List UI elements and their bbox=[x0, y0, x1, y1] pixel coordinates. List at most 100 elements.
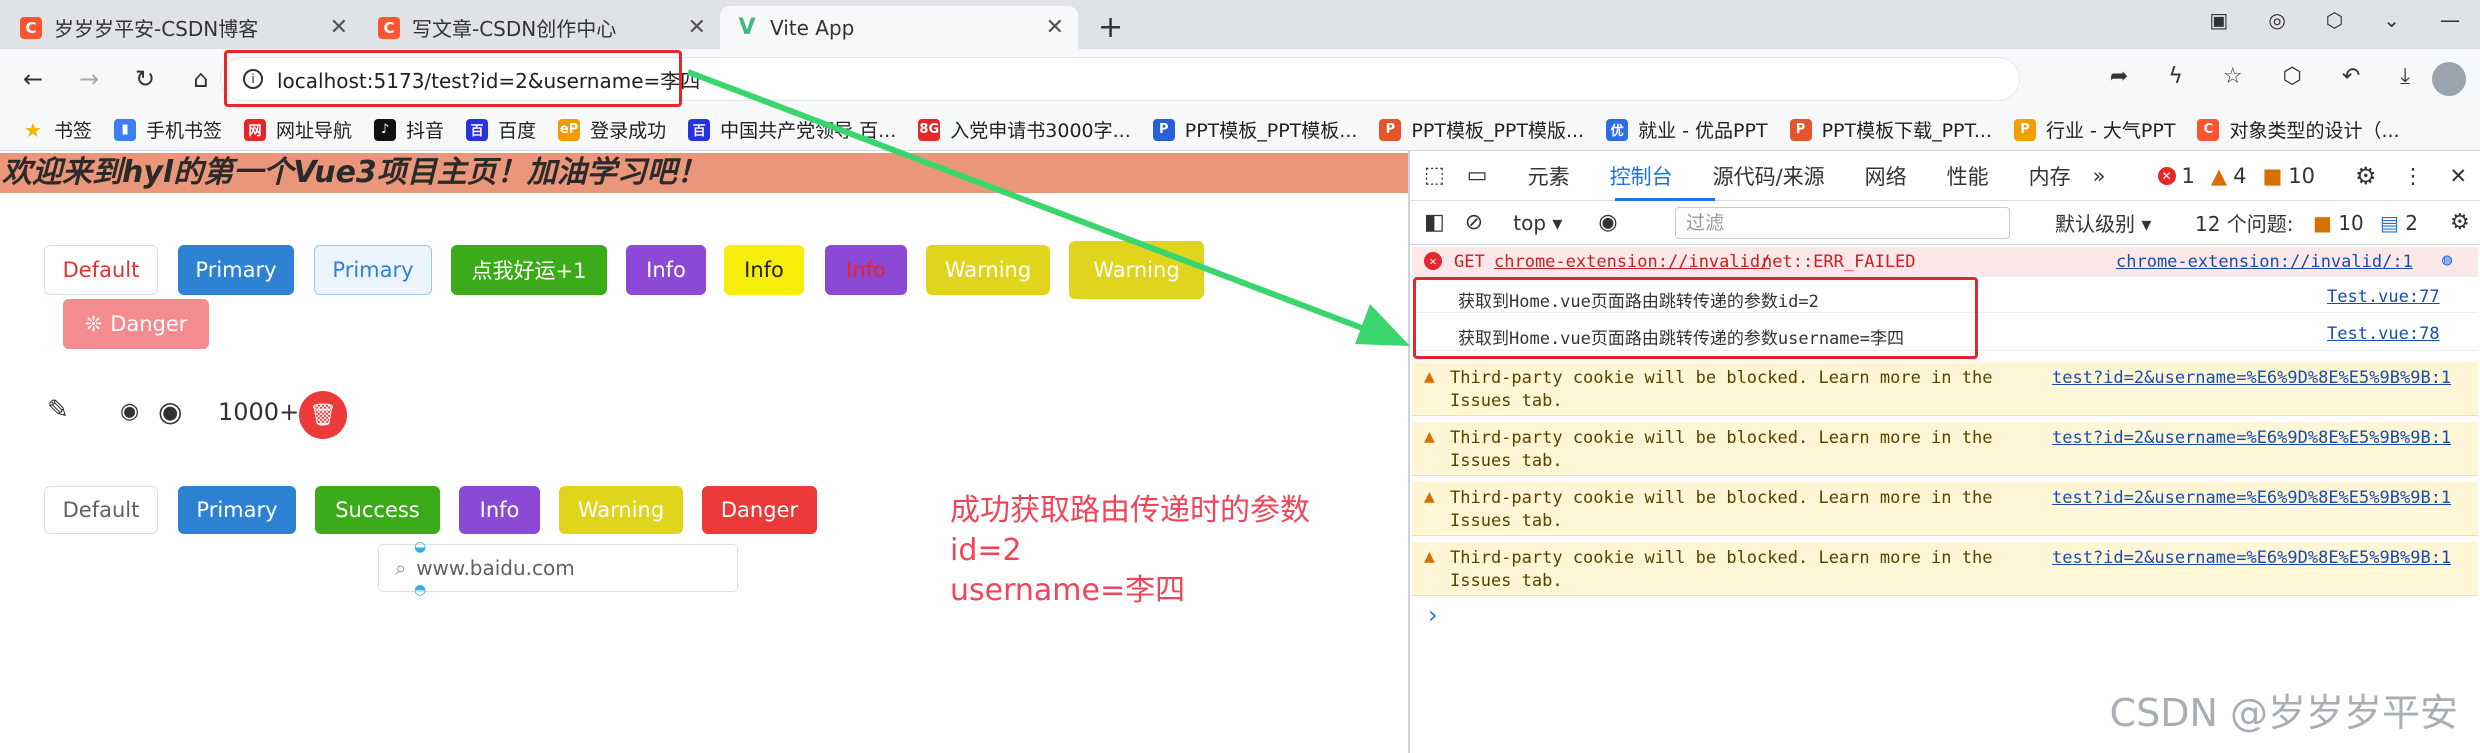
bookmark-item[interactable]: P PPT模板_PPT模板... bbox=[1152, 116, 1358, 143]
share-icon[interactable]: ➦ bbox=[2110, 64, 2128, 89]
bookmark-label: PPT模板_PPT模版... bbox=[1411, 120, 1585, 142]
tab-vite-app[interactable]: V Vite App ✕ bbox=[720, 6, 1078, 49]
flash-icon[interactable]: ϟ bbox=[2168, 64, 2183, 89]
issues-info-badge[interactable]: ▤ 2 bbox=[2380, 211, 2418, 235]
log-source[interactable]: Test.vue:77 bbox=[2327, 287, 2440, 307]
primary-plain-button[interactable]: Primary bbox=[314, 245, 432, 295]
sidebar-toggle-icon[interactable]: ◧ bbox=[1424, 210, 1445, 235]
eye-icon[interactable]: ◉ bbox=[120, 399, 139, 424]
forward-icon[interactable]: → bbox=[66, 65, 112, 93]
lucky-button[interactable]: 点我好运+1 bbox=[451, 245, 607, 295]
bookmark-item[interactable]: ♪ 抖音 bbox=[374, 116, 444, 143]
bookmark-item[interactable]: 8G 入党申请书3000字... bbox=[918, 116, 1131, 143]
bookmark-item[interactable]: 网网址导航 bbox=[244, 116, 352, 143]
bookmark-item[interactable]: 百百度 bbox=[466, 116, 536, 143]
danger-button[interactable]: Danger bbox=[702, 486, 817, 534]
reload-icon[interactable]: ↻ bbox=[122, 65, 168, 93]
info-red-text-button[interactable]: Info bbox=[825, 245, 907, 295]
extensions-icon[interactable]: ⬡ bbox=[2326, 8, 2343, 32]
devtools-panel: ⬚ ▭ 元素 控制台 源代码/来源 网络 性能 内存 » ✕ 1 ▲ 4 ■ 1… bbox=[1408, 151, 2480, 753]
bookmarks-bar: ★ 书签 ▮ 手机书签网网址导航 ♪ 抖音百百度 eP 登录成功百中国共产党领导 百... 8G… bbox=[0, 109, 2480, 151]
search-input[interactable]: ⌕ www.baidu.com bbox=[378, 544, 738, 592]
inspect-icon[interactable]: ⬚ bbox=[1424, 163, 1445, 188]
filter-input[interactable]: 过滤 bbox=[1675, 207, 2010, 239]
bookmark-label: PPT模板_PPT模板... bbox=[1184, 120, 1358, 142]
primary-button[interactable]: Primary bbox=[178, 245, 294, 295]
error-link[interactable]: chrome-extension://invalid/ bbox=[1494, 252, 1770, 272]
tab-actions-icon[interactable]: ▣ bbox=[2209, 8, 2228, 32]
bookmark-item[interactable]: P 行业 - 大气PPT bbox=[2013, 116, 2175, 143]
live-expression-icon[interactable]: ◉ bbox=[1598, 210, 1617, 235]
warning-count[interactable]: 4 bbox=[2233, 164, 2246, 188]
bookmark-item[interactable]: C 对象类型的设计（... bbox=[2197, 116, 2400, 143]
console-prompt[interactable]: › bbox=[1428, 601, 1438, 629]
console-settings-icon[interactable]: ⚙ bbox=[2450, 210, 2470, 235]
new-tab-button[interactable]: + bbox=[1098, 10, 1123, 45]
incognito-icon[interactable]: ◎ bbox=[2268, 8, 2285, 32]
clear-console-icon[interactable]: ⊘ bbox=[1465, 210, 1483, 235]
warning-button-2[interactable]: Warning bbox=[559, 486, 683, 534]
delete-button[interactable]: 🗑 bbox=[299, 391, 347, 439]
back-icon[interactable]: ← bbox=[10, 65, 56, 93]
gear-icon[interactable]: ⚙ bbox=[2355, 162, 2377, 190]
primary-button-2[interactable]: Primary bbox=[178, 486, 296, 534]
annotation-line: id=2 bbox=[950, 533, 1022, 568]
error-count[interactable]: 1 bbox=[2182, 164, 2195, 188]
warning-source[interactable]: test?id=2&username=%E6%9D%8E%E5%9B%9B:1 bbox=[2052, 488, 2451, 508]
context-select[interactable]: top ▾ bbox=[1513, 211, 1562, 235]
home-icon[interactable]: ⌂ bbox=[178, 65, 224, 93]
tab-sources[interactable]: 源代码/来源 bbox=[1713, 161, 1825, 191]
info-yellow-button[interactable]: Info bbox=[724, 245, 804, 295]
log-source[interactable]: Test.vue:78 bbox=[2327, 324, 2440, 344]
danger-loading-button[interactable]: ❊ Danger bbox=[63, 299, 209, 349]
tab-memory[interactable]: 内存 bbox=[2029, 161, 2071, 191]
level-select[interactable]: 默认级别 ▾ bbox=[2055, 208, 2151, 237]
error-icon: ✕ bbox=[1424, 252, 1442, 270]
extensions-icon[interactable]: ⬡ bbox=[2283, 64, 2302, 89]
chevron-down-icon[interactable]: ⌄ bbox=[2383, 8, 2400, 32]
minimize-button[interactable]: — bbox=[2440, 8, 2460, 32]
default-button-2[interactable]: Default bbox=[44, 486, 158, 534]
success-button[interactable]: Success bbox=[315, 486, 440, 534]
close-icon[interactable]: ✕ bbox=[1046, 15, 1064, 40]
close-icon[interactable]: ✕ bbox=[2450, 164, 2468, 188]
download-icon[interactable]: ⤓ bbox=[2400, 64, 2410, 89]
issues-count[interactable]: 10 bbox=[2288, 164, 2315, 188]
bookmark-item[interactable]: ★ 书签 bbox=[22, 116, 92, 143]
kebab-menu-icon[interactable]: ⋮ bbox=[2403, 164, 2424, 188]
more-tabs-icon[interactable]: » bbox=[2093, 164, 2106, 188]
close-icon[interactable]: ✕ bbox=[688, 15, 706, 40]
warning-source[interactable]: test?id=2&username=%E6%9D%8E%E5%9B%9B:1 bbox=[2052, 548, 2451, 568]
issues-label: 12 个问题: bbox=[2195, 212, 2294, 236]
issues-warn-badge[interactable]: ■ 10 bbox=[2313, 211, 2364, 235]
tab-console[interactable]: 控制台 bbox=[1610, 161, 1673, 191]
default-button[interactable]: Default bbox=[44, 245, 158, 295]
warning-source[interactable]: test?id=2&username=%E6%9D%8E%E5%9B%9B:1 bbox=[2052, 368, 2451, 388]
tab-elements[interactable]: 元素 bbox=[1528, 161, 1570, 191]
edit-icon[interactable]: ✎ bbox=[47, 395, 69, 425]
undo-icon[interactable]: ↶ bbox=[2342, 64, 2360, 89]
avatar[interactable] bbox=[2432, 62, 2466, 96]
close-icon[interactable]: ✕ bbox=[330, 15, 348, 40]
tab-performance[interactable]: 性能 bbox=[1947, 161, 1989, 191]
warning-source[interactable]: test?id=2&username=%E6%9D%8E%E5%9B%9B:1 bbox=[2052, 428, 2451, 448]
network-icon[interactable]: ◍ bbox=[2442, 250, 2452, 270]
bookmark-item[interactable]: ▮ 手机书签 bbox=[114, 116, 222, 143]
star-icon[interactable]: ☆ bbox=[2223, 64, 2243, 89]
bookmark-item[interactable]: 优就业 - 优品PPT bbox=[1606, 116, 1768, 143]
warning-large-button[interactable]: Warning bbox=[1069, 241, 1204, 299]
info-button[interactable]: Info bbox=[626, 245, 706, 295]
bookmark-item[interactable]: 百中国共产党领导 百... bbox=[688, 116, 896, 143]
eye-icon-large[interactable]: ◉ bbox=[158, 395, 182, 428]
error-source[interactable]: chrome-extension://invalid/:1 bbox=[2116, 252, 2413, 272]
bookmark-item[interactable]: eP 登录成功 bbox=[558, 116, 666, 143]
device-toggle-icon[interactable]: ▭ bbox=[1467, 163, 1488, 188]
bookmark-item[interactable]: P PPT模板_PPT模版... bbox=[1379, 116, 1584, 143]
warning-button[interactable]: Warning bbox=[926, 245, 1050, 295]
bookmark-icon: P bbox=[1379, 118, 1402, 141]
tab-network[interactable]: 网络 bbox=[1865, 161, 1907, 191]
tab-csdn-write[interactable]: C 写文章-CSDN创作中心 ✕ bbox=[362, 6, 720, 49]
tab-csdn-blog[interactable]: C 岁岁岁平安-CSDN博客 ✕ bbox=[4, 6, 362, 49]
bookmark-item[interactable]: P PPT模板下载_PPT... bbox=[1789, 116, 1992, 143]
info-button-2[interactable]: Info bbox=[459, 486, 540, 534]
